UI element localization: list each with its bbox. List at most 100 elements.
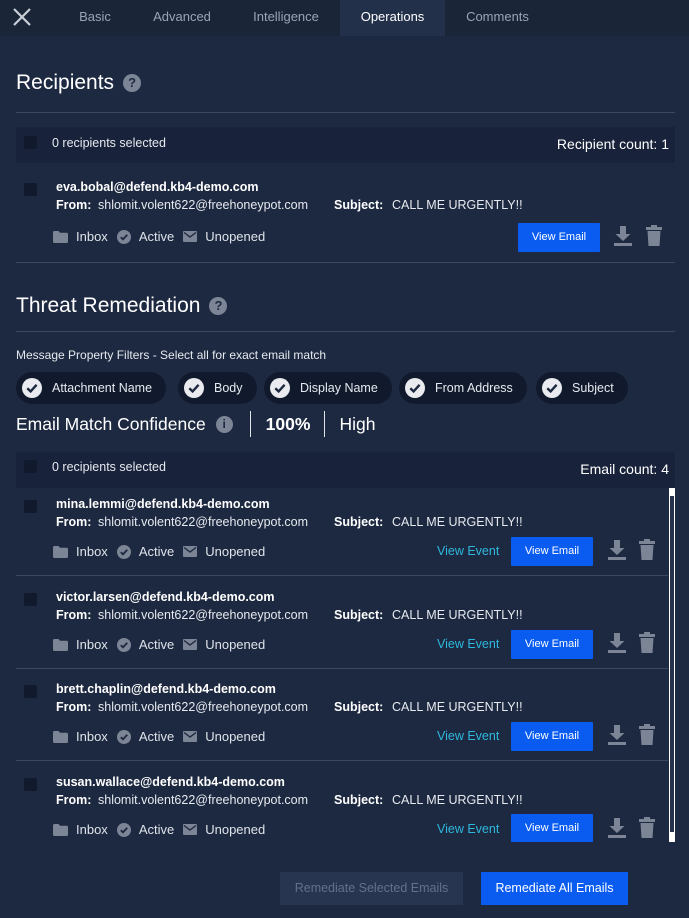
recipients-selection-bar: 0 recipients selected Recipient count: 1 — [16, 127, 675, 163]
remediate-selected-button: Remediate Selected Emails — [280, 872, 463, 905]
check-circle-icon — [116, 229, 131, 244]
delete-button[interactable] — [639, 817, 655, 842]
download-button[interactable] — [614, 226, 632, 251]
folder-name: Inbox — [76, 637, 108, 652]
check-circle-icon — [116, 637, 131, 652]
read-status: Unopened — [205, 229, 266, 244]
divider — [16, 112, 675, 113]
view-event-link[interactable]: View Event — [437, 822, 499, 836]
view-email-button[interactable]: View Email — [511, 814, 593, 842]
email-row: mina.lemmi@defend.kb4-demo.com From: shl… — [16, 497, 675, 580]
download-button[interactable] — [608, 725, 626, 750]
download-button[interactable] — [608, 633, 626, 658]
trash-icon — [639, 817, 655, 838]
from-label: From: — [56, 608, 92, 622]
recipient-address: victor.larsen@defend.kb4-demo.com — [56, 590, 275, 604]
confidence-label: Email Match Confidence — [16, 413, 206, 434]
view-email-button[interactable]: View Email — [511, 630, 593, 659]
from-address: shlomit.volent622@freehoneypot.com — [98, 515, 309, 529]
select-all-emails-checkbox[interactable] — [24, 460, 37, 473]
help-icon[interactable]: ? — [209, 297, 228, 315]
emails-selected-text: 0 recipients selected — [52, 460, 166, 474]
from-address: shlomit.volent622@freehoneypot.com — [98, 198, 309, 212]
state-text: Active — [138, 729, 175, 744]
view-event-link[interactable]: View Event — [437, 544, 499, 558]
subject-label: Subject: — [334, 608, 384, 622]
info-icon[interactable]: i — [215, 415, 233, 433]
email-status: Inbox Active Unopened — [53, 729, 274, 744]
delete-button[interactable] — [639, 632, 655, 658]
filter-body[interactable]: Body — [178, 372, 257, 404]
trash-icon — [639, 724, 655, 745]
from-label: From: — [56, 700, 92, 714]
check-circle-icon — [405, 378, 425, 398]
subject-value: CALL ME URGENTLY!! — [392, 198, 523, 212]
filter-label: From Address — [435, 381, 513, 395]
view-event-link[interactable]: View Event — [437, 637, 499, 651]
filter-attachment-name[interactable]: Attachment Name — [16, 372, 167, 404]
tab-operations[interactable]: Operations — [340, 0, 445, 36]
row-divider — [16, 668, 668, 669]
select-all-recipients-checkbox[interactable] — [24, 136, 37, 149]
view-event-link[interactable]: View Event — [437, 729, 499, 743]
email-row: susan.wallace@defend.kb4-demo.com From: … — [16, 775, 675, 842]
folder-name: Inbox — [76, 229, 108, 244]
download-icon — [608, 540, 626, 560]
email-match-confidence: Email Match Confidence i 100% High — [16, 409, 375, 439]
read-status: Unopened — [205, 729, 266, 744]
view-email-button[interactable]: View Email — [511, 722, 593, 751]
filter-instructions: Message Property Filters - Select all fo… — [16, 348, 327, 362]
filter-display-name[interactable]: Display Name — [264, 372, 392, 404]
email-row-checkbox[interactable] — [24, 500, 37, 513]
view-email-button[interactable]: View Email — [518, 223, 600, 252]
check-circle-icon — [116, 544, 131, 559]
recipients-selected-text: 0 recipients selected — [52, 136, 166, 150]
email-row-checkbox[interactable] — [24, 593, 37, 606]
read-status: Unopened — [205, 637, 266, 652]
from-address: shlomit.volent622@freehoneypot.com — [98, 608, 309, 622]
threat-remediation-title: Threat Remediation — [16, 294, 201, 317]
tab-intelligence[interactable]: Intelligence — [237, 0, 335, 36]
recipient-row: eva.bobal@defend.kb4-demo.com From: shlo… — [16, 180, 675, 253]
recipients-title: Recipients — [16, 71, 115, 94]
state-text: Active — [138, 229, 175, 244]
subject-label: Subject: — [334, 515, 384, 529]
download-button[interactable] — [608, 540, 626, 565]
from-label: From: — [56, 198, 92, 212]
email-row: brett.chaplin@defend.kb4-demo.com From: … — [16, 682, 675, 765]
subject-label: Subject: — [334, 700, 384, 714]
filter-label: Body — [214, 381, 243, 395]
read-status: Unopened — [205, 822, 266, 837]
row-divider — [16, 760, 668, 761]
remediate-all-button[interactable]: Remediate All Emails — [481, 872, 628, 905]
email-status: Inbox Active Unopened — [53, 229, 274, 244]
recipient-row-checkbox[interactable] — [24, 183, 37, 196]
tab-basic[interactable]: Basic — [62, 0, 128, 36]
folder-name: Inbox — [76, 544, 108, 559]
view-email-button[interactable]: View Email — [511, 537, 593, 566]
tab-comments[interactable]: Comments — [451, 0, 544, 36]
from-address: shlomit.volent622@freehoneypot.com — [98, 793, 309, 807]
download-icon — [608, 725, 626, 745]
check-circle-icon — [22, 378, 42, 398]
delete-button[interactable] — [639, 724, 655, 750]
envelope-icon — [183, 231, 198, 242]
recipient-address: eva.bobal@defend.kb4-demo.com — [56, 180, 259, 194]
help-icon[interactable]: ? — [123, 74, 142, 92]
delete-button[interactable] — [646, 225, 662, 251]
filter-subject[interactable]: Subject — [536, 372, 628, 404]
filter-from-address[interactable]: From Address — [399, 372, 527, 404]
folder-icon — [53, 545, 68, 558]
state-text: Active — [138, 544, 175, 559]
trash-icon — [639, 632, 655, 653]
state-text: Active — [138, 637, 175, 652]
recipients-heading: Recipients ? — [16, 71, 142, 95]
email-row-checkbox[interactable] — [24, 778, 37, 791]
close-button[interactable] — [11, 6, 33, 28]
email-row-checkbox[interactable] — [24, 685, 37, 698]
download-button[interactable] — [608, 818, 626, 842]
tab-advanced[interactable]: Advanced — [139, 0, 225, 36]
scrollbar-thumb[interactable] — [670, 496, 674, 832]
delete-button[interactable] — [639, 539, 655, 565]
email-row: victor.larsen@defend.kb4-demo.com From: … — [16, 590, 675, 673]
